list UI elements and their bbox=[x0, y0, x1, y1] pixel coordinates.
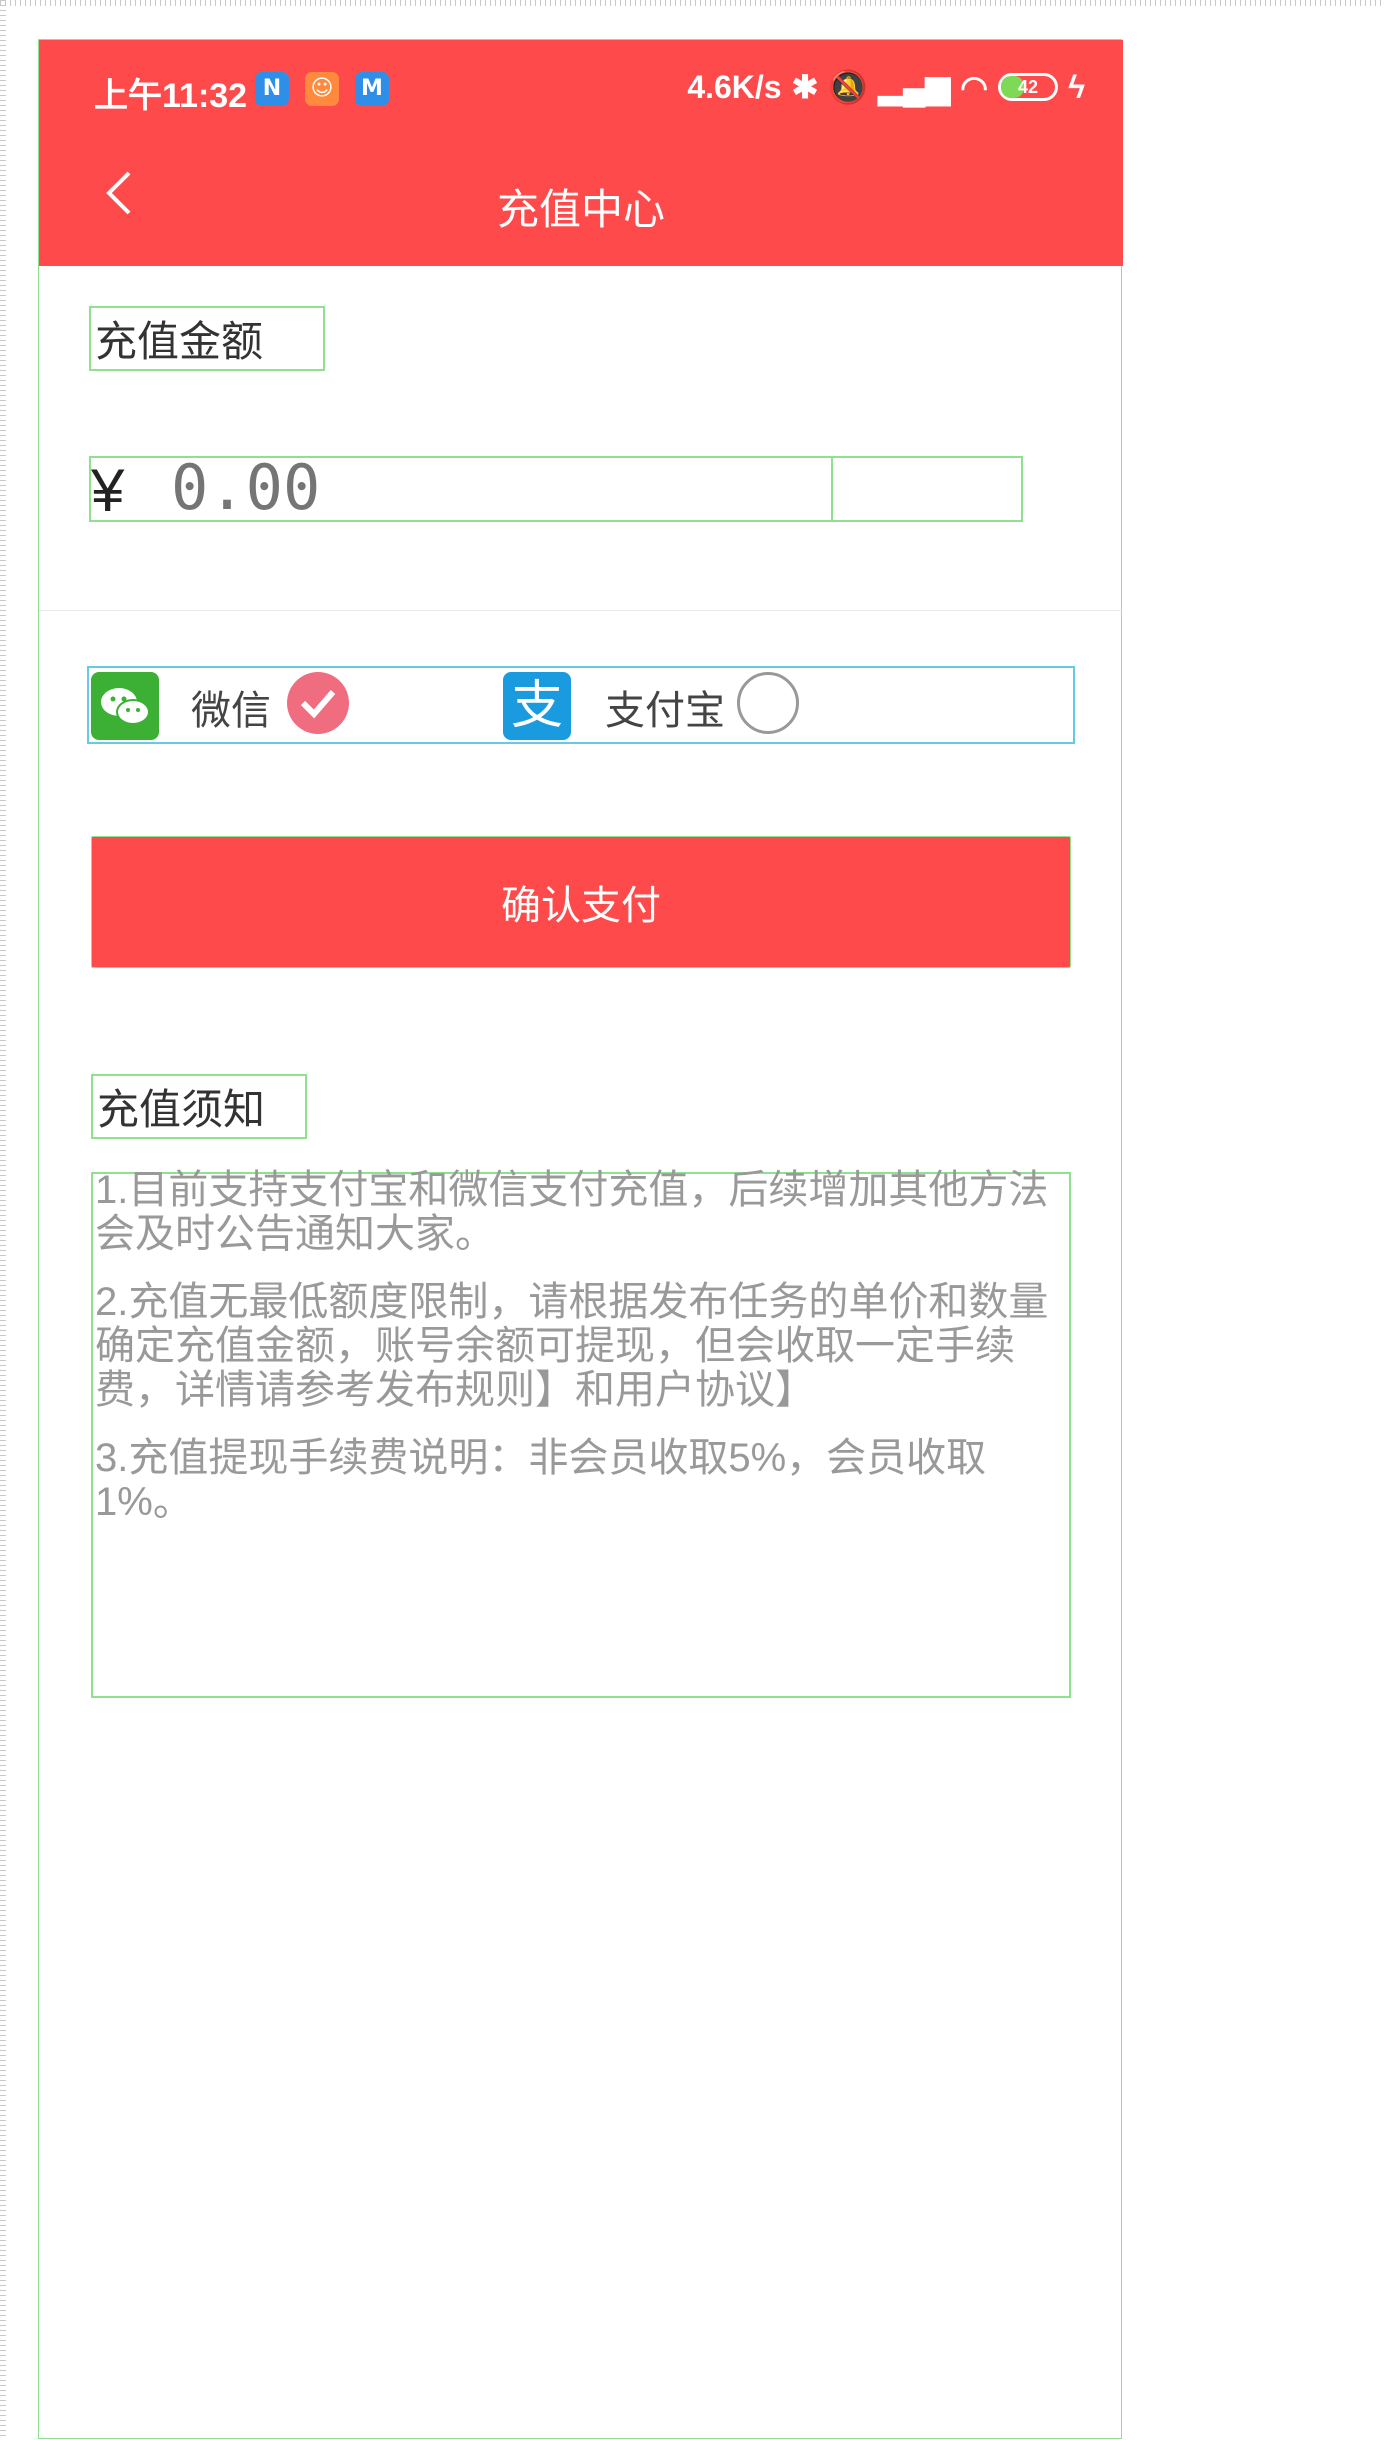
confirm-pay-button[interactable]: 确认支付 bbox=[91, 836, 1071, 968]
alipay-radio-unselected[interactable] bbox=[737, 672, 799, 734]
notification-app-icon-face: ☺ bbox=[305, 72, 339, 106]
network-speed: 4.6K/s bbox=[687, 68, 782, 105]
charging-icon: ϟ bbox=[1068, 68, 1085, 105]
wechat-radio-selected[interactable] bbox=[287, 672, 349, 734]
battery-icon: 42 bbox=[998, 73, 1059, 101]
wechat-bubbles-icon bbox=[101, 688, 150, 725]
notice-item-3: 3.充值提现手续费说明：非会员收取5%，会员收取1%。 bbox=[95, 1436, 987, 1524]
notice-item-2: 2.充值无最低额度限制，请根据发布任务的单价和数量确定充值金额，账号余额可提现，… bbox=[95, 1280, 1049, 1412]
alipay-glyph-icon: 支 bbox=[510, 677, 563, 735]
status-right-group: 4.6K/s ✱ 🔕 ▂▄▆ ◠ 42 ϟ bbox=[687, 68, 1085, 106]
left-ruler bbox=[0, 0, 6, 2440]
notification-app-icon-m: M bbox=[355, 72, 389, 106]
amount-input[interactable] bbox=[169, 450, 773, 525]
mute-bell-icon: 🔕 bbox=[828, 69, 869, 105]
check-icon bbox=[300, 690, 336, 719]
wechat-label[interactable]: 微信 bbox=[191, 678, 271, 736]
battery-percent: 42 bbox=[1018, 77, 1039, 97]
page-title: 充值中心 bbox=[496, 186, 665, 233]
amount-label: 充值金额 bbox=[89, 306, 326, 371]
status-time: 上午11:32 bbox=[94, 77, 248, 115]
signal-icon: ▂▄▆ bbox=[878, 69, 951, 105]
currency-symbol: ¥ bbox=[91, 457, 125, 524]
notice-item-1: 1.目前支持支付宝和微信支付充值，后续增加其他方法会及时公告通知大家。 bbox=[95, 1168, 1049, 1256]
amount-divider bbox=[831, 456, 833, 522]
bluetooth-icon: ✱ bbox=[791, 69, 819, 105]
alipay-label[interactable]: 支付宝 bbox=[605, 678, 725, 736]
top-ruler bbox=[0, 0, 1384, 18]
notification-app-icon-n: N bbox=[255, 72, 289, 106]
alipay-icon[interactable]: 支 bbox=[503, 672, 571, 740]
section-separator bbox=[39, 610, 1123, 611]
notice-text: 1.目前支持支付宝和微信支付充值，后续增加其他方法会及时公告通知大家。 2.充值… bbox=[95, 1168, 1071, 1548]
phone-screen: 上午11:32 N ☺ M 4.6K/s ✱ 🔕 ▂▄▆ ◠ 42 ϟ 充值中心… bbox=[38, 39, 1123, 2439]
wechat-icon[interactable] bbox=[91, 672, 159, 740]
wifi-icon: ◠ bbox=[960, 69, 989, 105]
header-bar: 上午11:32 N ☺ M 4.6K/s ✱ 🔕 ▂▄▆ ◠ 42 ϟ 充值中心 bbox=[39, 40, 1123, 266]
notice-title: 充值须知 bbox=[91, 1074, 308, 1139]
